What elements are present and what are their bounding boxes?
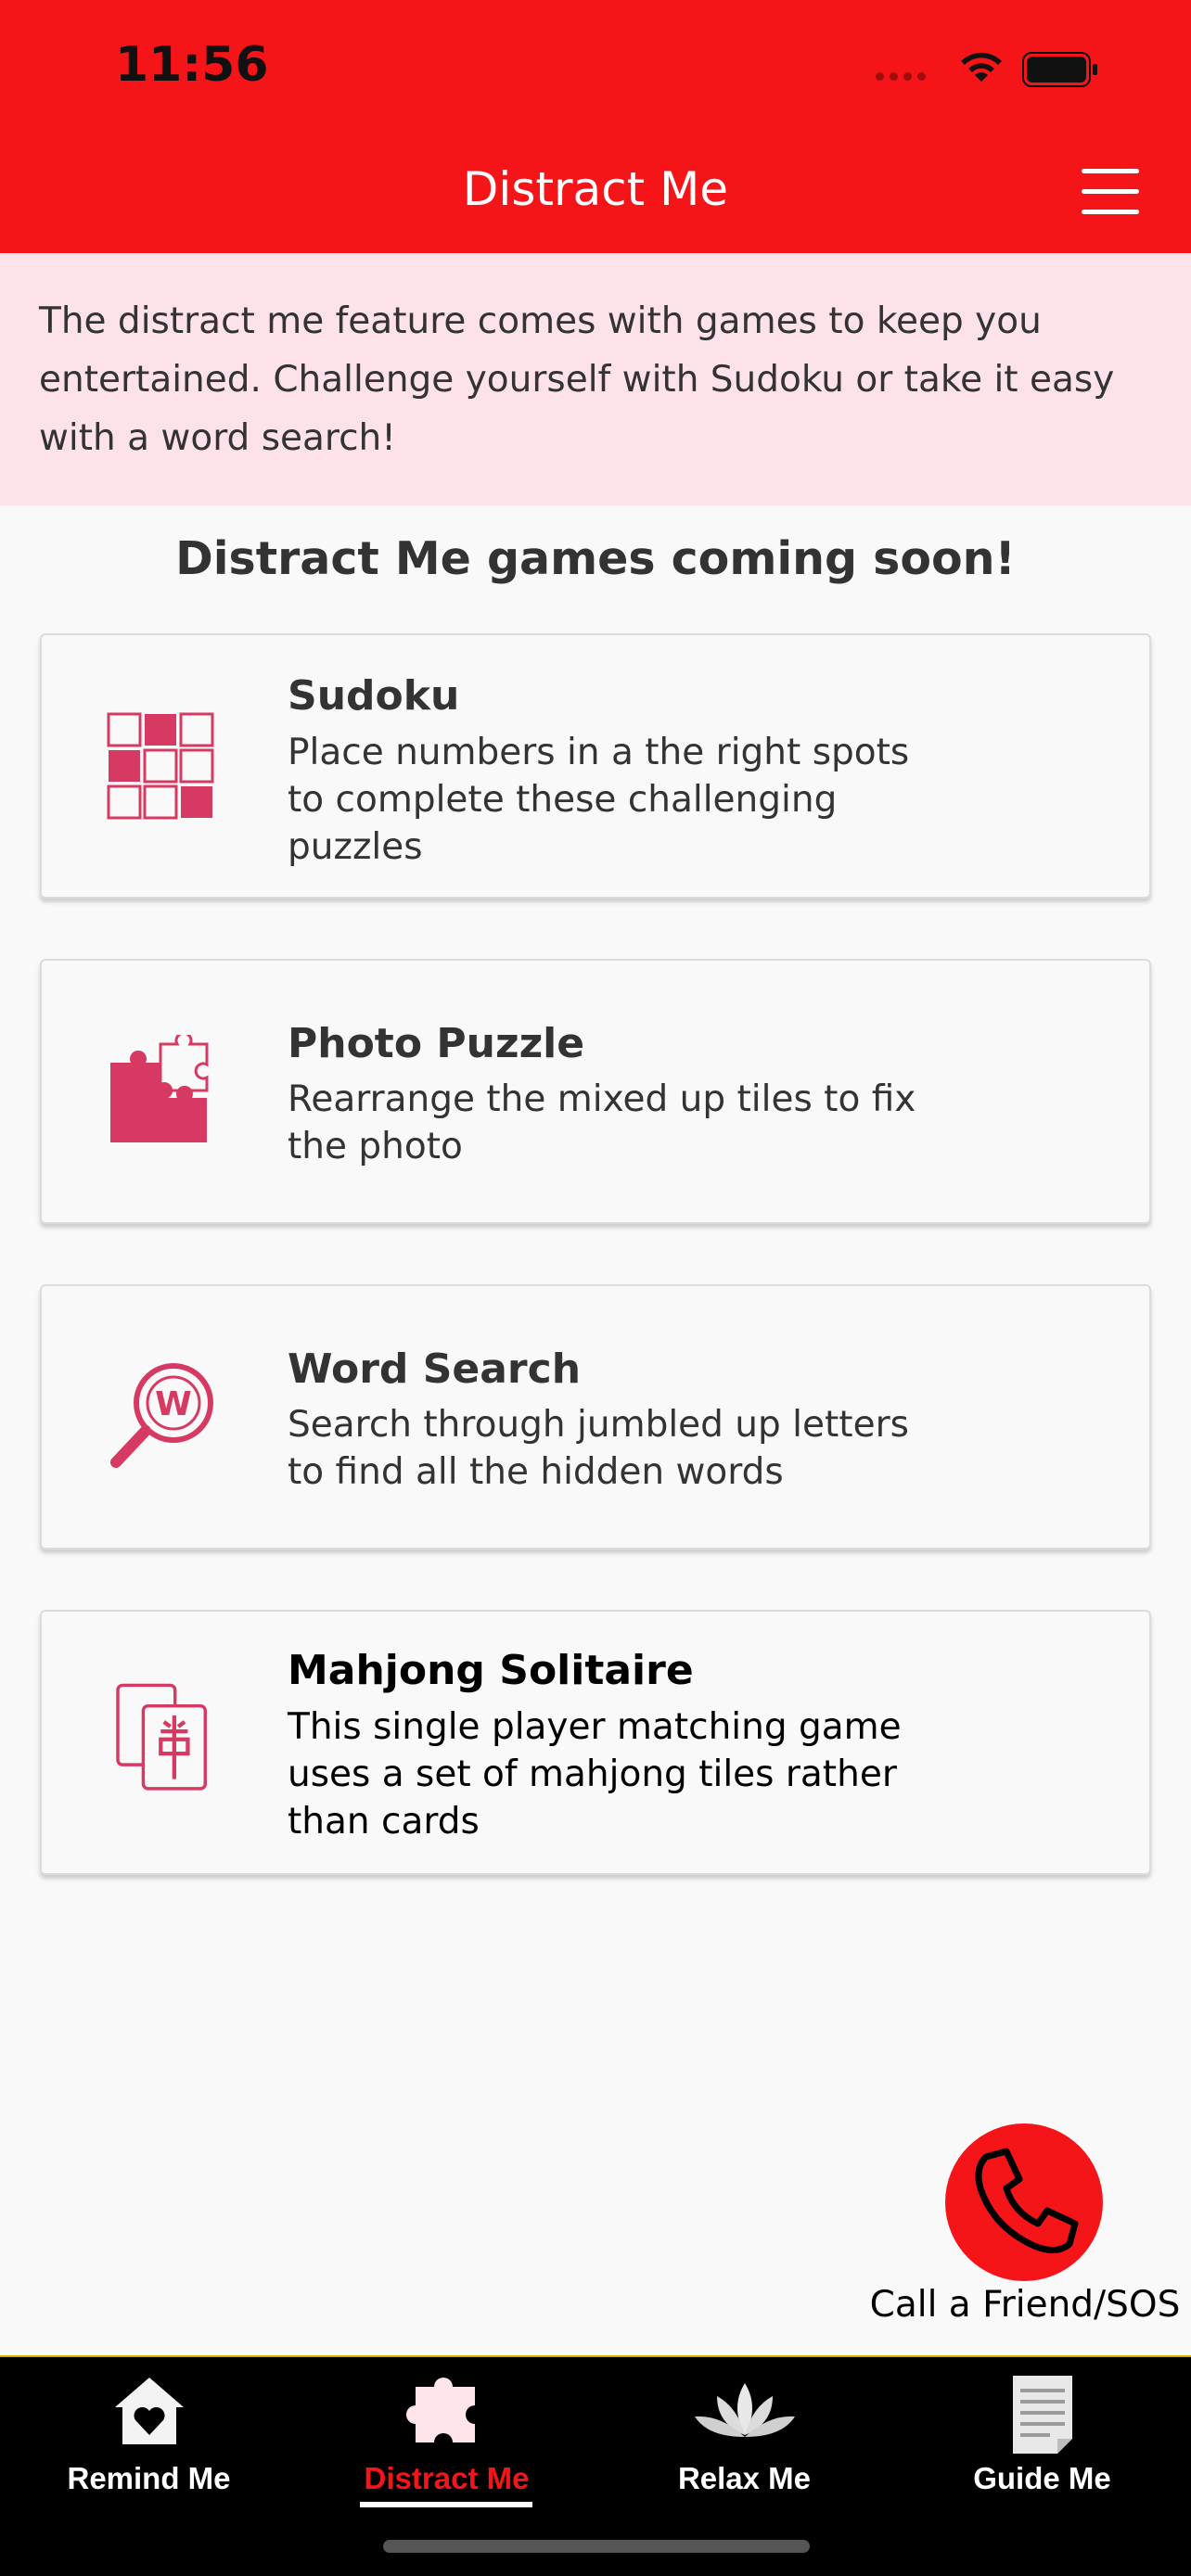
intro-banner: The distract me feature comes with games… — [0, 253, 1191, 505]
game-card-mahjong-solitaire[interactable]: Mahjong Solitaire This single player mat… — [40, 1610, 1151, 1875]
hamburger-menu-icon[interactable] — [1082, 167, 1145, 215]
tab-relax-me[interactable]: Relax Me — [596, 2357, 893, 2524]
home-indicator[interactable] — [383, 2540, 810, 2553]
call-friend-sos-button[interactable] — [945, 2123, 1103, 2281]
puzzle-piece-icon — [405, 2378, 475, 2442]
house-heart-icon — [114, 2378, 184, 2444]
phone-icon — [975, 2148, 1079, 2253]
intro-text: The distract me feature comes with games… — [39, 300, 1115, 459]
tab-label: Distract Me — [364, 2461, 530, 2495]
page-title: Distract Me — [462, 162, 729, 216]
document-icon — [1012, 2376, 1072, 2454]
tab-guide-me[interactable]: Guide Me — [893, 2357, 1191, 2524]
tab-remind-me[interactable]: Remind Me — [0, 2357, 298, 2524]
sudoku-grid-icon — [107, 712, 214, 820]
game-description: Place numbers in a the right spots to co… — [288, 732, 910, 868]
call-friend-sos-label: Call a Friend/SOS — [869, 2284, 1181, 2326]
magnifier-w-icon: W — [110, 1363, 213, 1468]
game-title: Mahjong Solitaire — [288, 1647, 694, 1694]
game-description: Search through jumbled up letters to fin… — [288, 1404, 909, 1493]
app-header: 11:56 Distract Me — [0, 0, 1191, 253]
tab-distract-me[interactable]: Distract Me — [298, 2357, 596, 2524]
game-card-word-search[interactable]: W Word Search Search through jumbled up … — [40, 1284, 1151, 1549]
mahjong-tiles-icon — [116, 1683, 207, 1791]
svg-text:W: W — [155, 1385, 192, 1423]
wifi-icon — [961, 52, 1002, 82]
puzzle-pieces-icon — [110, 1035, 209, 1142]
lotus-icon — [694, 2383, 795, 2437]
game-title: Photo Puzzle — [288, 1020, 585, 1067]
section-title: Distract Me games coming soon! — [175, 532, 1016, 585]
active-tab-indicator — [360, 2502, 532, 2507]
battery-icon — [1022, 52, 1097, 87]
game-title: Word Search — [288, 1345, 582, 1393]
cellular-signal-icon — [876, 72, 931, 82]
game-description: Rearrange the mixed up tiles to fix the … — [288, 1078, 916, 1167]
game-title: Sudoku — [288, 672, 460, 720]
game-card-sudoku[interactable]: Sudoku Place numbers in a the right spot… — [40, 633, 1151, 899]
tab-label: Relax Me — [677, 2461, 812, 2495]
tab-label: Guide Me — [973, 2461, 1111, 2495]
status-time: 11:56 — [115, 37, 269, 93]
status-icons — [876, 45, 1117, 91]
game-description: This single player matching game uses a … — [288, 1706, 902, 1843]
tab-label: Remind Me — [67, 2461, 231, 2495]
game-card-photo-puzzle[interactable]: Photo Puzzle Rearrange the mixed up tile… — [40, 959, 1151, 1224]
